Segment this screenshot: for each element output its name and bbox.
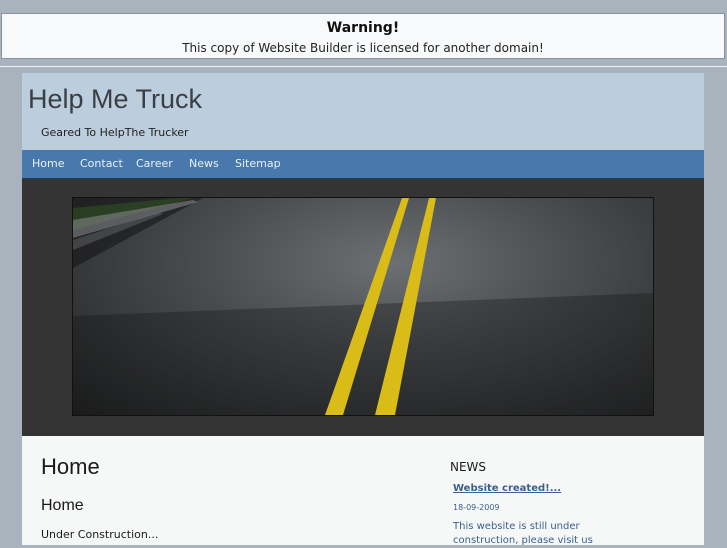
news-item-date: 18-09-2009 bbox=[453, 503, 500, 512]
site-header: Help Me Truck Geared To HelpThe Trucker bbox=[22, 73, 704, 150]
license-warning-box: Warning! This copy of Website Builder is… bbox=[1, 13, 725, 59]
page-text: Under Construction... bbox=[41, 528, 159, 541]
news-item-body: This website is still under construction… bbox=[453, 521, 593, 546]
news-heading: NEWS bbox=[450, 460, 487, 474]
road-illustration bbox=[73, 198, 653, 415]
warning-title: Warning! bbox=[326, 20, 400, 36]
separator-line bbox=[0, 66, 727, 67]
site-tagline: Geared To HelpThe Trucker bbox=[41, 126, 189, 139]
warning-message: This copy of Website Builder is licensed… bbox=[182, 41, 544, 55]
road-banner-image bbox=[72, 197, 654, 416]
nav-item-sitemap[interactable]: Sitemap bbox=[235, 150, 281, 178]
nav-item-career[interactable]: Career bbox=[136, 150, 173, 178]
main-navigation: Home Contact Career News Sitemap bbox=[22, 150, 704, 179]
nav-item-home[interactable]: Home bbox=[32, 150, 64, 178]
main-content: Home Home Under Construction... NEWS Web… bbox=[22, 436, 704, 546]
page-container: Help Me Truck Geared To HelpThe Trucker … bbox=[22, 73, 704, 546]
site-title[interactable]: Help Me Truck bbox=[28, 84, 202, 115]
nav-item-contact[interactable]: Contact bbox=[80, 150, 123, 178]
news-item-link[interactable]: Website created!... bbox=[453, 483, 561, 494]
page-subheading: Home bbox=[41, 497, 84, 514]
page-heading: Home bbox=[41, 454, 100, 479]
nav-item-news[interactable]: News bbox=[189, 150, 219, 178]
hero-banner bbox=[22, 179, 704, 436]
